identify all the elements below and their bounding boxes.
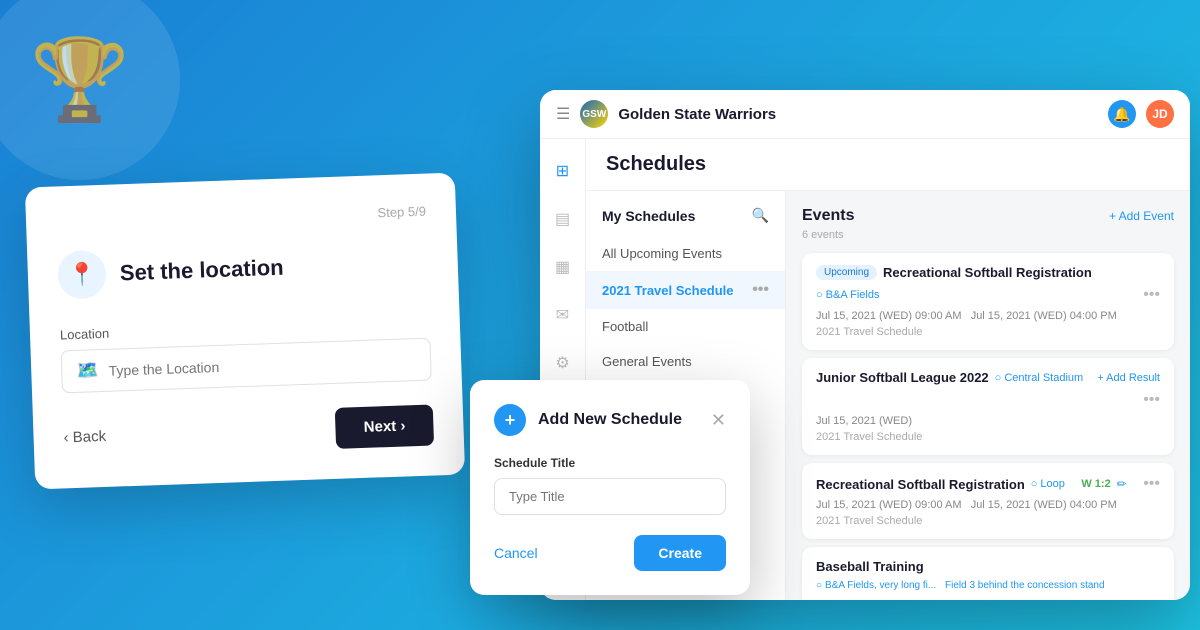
cancel-button[interactable]: Cancel <box>494 545 538 561</box>
card-title: Set the location <box>119 255 284 287</box>
menu-icon[interactable]: ☰ <box>556 104 570 124</box>
location-input[interactable] <box>108 352 416 379</box>
create-button[interactable]: Create <box>634 535 726 571</box>
sidebar-icon-table[interactable]: ▦ <box>547 251 579 283</box>
modal-header: + Add New Schedule ✕ <box>494 404 726 436</box>
schedule-item-general-events[interactable]: General Events <box>586 344 785 379</box>
event-dates-2: Jul 15, 2021 (WED) <box>816 415 1160 427</box>
event-location-2: ○ Central Stadium <box>995 372 1084 384</box>
location-field-label: Location <box>60 315 430 343</box>
search-icon[interactable]: 🔍 <box>752 207 769 224</box>
notification-icon[interactable]: 🔔 <box>1108 100 1136 128</box>
upcoming-badge: Upcoming <box>816 265 877 280</box>
user-avatar[interactable]: JD <box>1146 100 1174 128</box>
event-schedule-tag-2: 2021 Travel Schedule <box>816 431 1160 443</box>
trophy-decoration: 🏆 <box>0 0 180 180</box>
event-card-4-header: Baseball Training ○ B&A Fields, very lon… <box>816 559 1160 600</box>
event-dates-1: Jul 15, 2021 (WED) 09:00 AM Jul 15, 2021… <box>816 310 1160 322</box>
schedule-item-dots[interactable]: ••• <box>752 281 769 299</box>
page-title: Schedules <box>606 153 706 175</box>
sidebar-icon-list[interactable]: ▤ <box>547 203 579 235</box>
schedule-item-2021-travel[interactable]: 2021 Travel Schedule ••• <box>586 271 785 309</box>
event-card-1-header: Upcoming Recreational Softball Registrat… <box>816 265 1160 304</box>
topbar-icons: 🔔 JD <box>1108 100 1174 128</box>
modal-title: Add New Schedule <box>538 411 682 429</box>
team-logo: GSW <box>580 100 608 128</box>
page-title-bar: Schedules <box>586 139 1190 191</box>
location-card: Step 5/9 📍 Set the location Location 🗺️ … <box>25 173 465 490</box>
events-count: 6 events <box>802 229 1174 241</box>
event-location-3: ○ Loop <box>1031 478 1065 490</box>
app-topbar: ☰ GSW Golden State Warriors 🔔 JD <box>540 90 1190 139</box>
event-dots-1[interactable]: ••• <box>1143 286 1160 304</box>
event-name-4: Baseball Training <box>816 559 924 574</box>
event-result-3: W 1:2 <box>1081 478 1110 490</box>
location-input-wrapper: 🗺️ <box>61 338 432 394</box>
events-panel: Events + Add Event 6 events Upcoming Rec… <box>786 191 1190 600</box>
event-name-1: Recreational Softball Registration <box>883 265 1092 280</box>
schedule-title-input[interactable] <box>494 478 726 515</box>
event-dots-4[interactable]: ••• <box>1143 597 1160 600</box>
schedule-item-all-upcoming[interactable]: All Upcoming Events <box>586 236 785 271</box>
location-icon-circle: 📍 <box>57 250 107 300</box>
event-schedule-tag-3: 2021 Travel Schedule <box>816 515 1160 527</box>
card-actions: ‹ Back Next › <box>63 404 434 458</box>
add-event-link[interactable]: + Add Event <box>1109 209 1174 223</box>
modal-close-button[interactable]: ✕ <box>711 411 726 429</box>
edit-icon-3[interactable]: ✏ <box>1117 477 1127 491</box>
event-dates-3: Jul 15, 2021 (WED) 09:00 AM Jul 15, 2021… <box>816 499 1160 511</box>
events-title: Events <box>802 207 854 225</box>
event-card-4: Baseball Training ○ B&A Fields, very lon… <box>802 547 1174 600</box>
event-dots-2[interactable]: ••• <box>1143 391 1160 409</box>
trophy-icon: 🏆 <box>30 33 130 127</box>
schedule-title-label: Schedule Title <box>494 456 726 470</box>
event-location-1: ○ B&A Fields <box>816 289 879 301</box>
event-location-4: ○ B&A Fields, very long fi... Field 3 be… <box>816 580 1105 591</box>
event-name-2: Junior Softball League 2022 <box>816 370 989 385</box>
panel-title: My Schedules <box>602 208 695 224</box>
event-dots-3[interactable]: ••• <box>1143 475 1160 493</box>
event-card-3: Recreational Softball Registration ○ Loo… <box>802 463 1174 539</box>
event-card-2-header: Junior Softball League 2022 ○ Central St… <box>816 370 1160 409</box>
event-schedule-tag-1: 2021 Travel Schedule <box>816 326 1160 338</box>
step-label: Step 5/9 <box>56 204 426 232</box>
plus-icon: + <box>494 404 526 436</box>
add-result-link-2[interactable]: + Add Result <box>1097 372 1160 384</box>
map-pin-icon: 🗺️ <box>76 360 99 382</box>
card-header: 📍 Set the location <box>57 239 428 300</box>
panel-header: My Schedules 🔍 <box>586 207 785 236</box>
schedule-item-football[interactable]: Football <box>586 309 785 344</box>
next-button[interactable]: Next › <box>335 404 434 448</box>
back-button[interactable]: ‹ Back <box>63 428 106 446</box>
event-card-1: Upcoming Recreational Softball Registrat… <box>802 253 1174 350</box>
add-schedule-modal: + Add New Schedule ✕ Schedule Title Canc… <box>470 380 750 595</box>
team-name: Golden State Warriors <box>618 106 1098 123</box>
sidebar-icon-grid[interactable]: ⊞ <box>547 155 579 187</box>
sidebar-icon-messages[interactable]: ✉ <box>547 299 579 331</box>
sidebar-icon-settings[interactable]: ⚙ <box>547 347 579 379</box>
event-name-3: Recreational Softball Registration <box>816 477 1025 492</box>
event-card-3-header: Recreational Softball Registration ○ Loo… <box>816 475 1160 493</box>
event-card-2: Junior Softball League 2022 ○ Central St… <box>802 358 1174 455</box>
modal-actions: Cancel Create <box>494 535 726 571</box>
events-header: Events + Add Event <box>802 207 1174 225</box>
